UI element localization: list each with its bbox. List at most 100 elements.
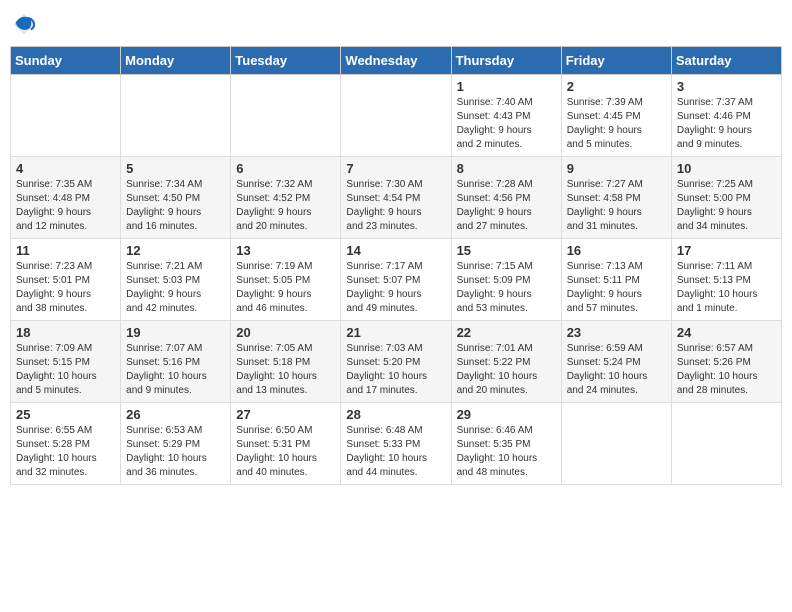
day-number: 17 bbox=[677, 243, 776, 258]
calendar-cell: 28 Sunrise: 6:48 AMSunset: 5:33 PMDayligh… bbox=[341, 403, 451, 485]
day-number: 4 bbox=[16, 161, 115, 176]
calendar-cell: 16 Sunrise: 7:13 AMSunset: 5:11 PMDayligh… bbox=[561, 239, 671, 321]
day-info: Sunrise: 6:46 AMSunset: 5:35 PMDaylight:… bbox=[457, 424, 556, 480]
day-number: 6 bbox=[236, 161, 335, 176]
logo bbox=[10, 10, 42, 38]
calendar-cell: 26Sunrise: 6:53 AMSunset: 5:29 PMDayligh… bbox=[121, 403, 231, 485]
calendar-cell: 7 Sunrise: 7:30 AMSunset: 4:54 PMDaylight… bbox=[341, 157, 451, 239]
day-info: Sunrise: 6:55 AMSunset: 5:28 PMDaylight:… bbox=[16, 424, 115, 480]
day-info: Sunrise: 7:17 AMSunset: 5:07 PMDaylight:… bbox=[346, 260, 445, 316]
day-number: 19 bbox=[126, 325, 225, 340]
calendar-cell: 4 Sunrise: 7:35 AMSunset: 4:48 PMDaylight… bbox=[11, 157, 121, 239]
calendar-cell bbox=[121, 75, 231, 157]
day-info: Sunrise: 7:03 AMSunset: 5:20 PMDaylight:… bbox=[346, 342, 445, 398]
day-info: Sunrise: 7:19 AMSunset: 5:05 PMDaylight:… bbox=[236, 260, 335, 316]
calendar-cell bbox=[341, 75, 451, 157]
calendar-cell: 5 Sunrise: 7:34 AMSunset: 4:50 PMDaylight… bbox=[121, 157, 231, 239]
day-info: Sunrise: 7:01 AMSunset: 5:22 PMDaylight:… bbox=[457, 342, 556, 398]
day-info: Sunrise: 6:57 AMSunset: 5:26 PMDaylight:… bbox=[677, 342, 776, 398]
calendar-header-row: SundayMondayTuesdayWednesdayThursdayFrid… bbox=[11, 47, 782, 75]
day-number: 22 bbox=[457, 325, 556, 340]
day-info: Sunrise: 7:30 AMSunset: 4:54 PMDaylight:… bbox=[346, 178, 445, 234]
calendar-cell: 12 Sunrise: 7:21 AMSunset: 5:03 PMDayligh… bbox=[121, 239, 231, 321]
calendar-table: SundayMondayTuesdayWednesdayThursdayFrid… bbox=[10, 46, 782, 485]
calendar-week-3: 11 Sunrise: 7:23 AMSunset: 5:01 PMDayligh… bbox=[11, 239, 782, 321]
day-number: 13 bbox=[236, 243, 335, 258]
day-number: 3 bbox=[677, 79, 776, 94]
calendar-cell bbox=[231, 75, 341, 157]
day-number: 14 bbox=[346, 243, 445, 258]
day-number: 21 bbox=[346, 325, 445, 340]
day-info: Sunrise: 6:50 AMSunset: 5:31 PMDaylight:… bbox=[236, 424, 335, 480]
calendar-cell: 22 Sunrise: 7:01 AMSunset: 5:22 PMDayligh… bbox=[451, 321, 561, 403]
calendar-cell bbox=[561, 403, 671, 485]
day-number: 9 bbox=[567, 161, 666, 176]
day-number: 25 bbox=[16, 407, 115, 422]
day-number: 8 bbox=[457, 161, 556, 176]
page-header bbox=[10, 10, 782, 38]
calendar-cell: 23Sunrise: 6:59 AMSunset: 5:24 PMDayligh… bbox=[561, 321, 671, 403]
day-info: Sunrise: 7:37 AMSunset: 4:46 PMDaylight:… bbox=[677, 96, 776, 152]
calendar-cell: 24 Sunrise: 6:57 AMSunset: 5:26 PMDayligh… bbox=[671, 321, 781, 403]
day-info: Sunrise: 7:23 AMSunset: 5:01 PMDaylight:… bbox=[16, 260, 115, 316]
day-info: Sunrise: 7:25 AMSunset: 5:00 PMDaylight:… bbox=[677, 178, 776, 234]
calendar-week-5: 25 Sunrise: 6:55 AMSunset: 5:28 PMDayligh… bbox=[11, 403, 782, 485]
calendar-cell: 9 Sunrise: 7:27 AMSunset: 4:58 PMDaylight… bbox=[561, 157, 671, 239]
day-header-wednesday: Wednesday bbox=[341, 47, 451, 75]
calendar-cell: 29 Sunrise: 6:46 AMSunset: 5:35 PMDayligh… bbox=[451, 403, 561, 485]
day-number: 24 bbox=[677, 325, 776, 340]
day-info: Sunrise: 7:35 AMSunset: 4:48 PMDaylight:… bbox=[16, 178, 115, 234]
day-number: 16 bbox=[567, 243, 666, 258]
day-info: Sunrise: 7:39 AMSunset: 4:45 PMDaylight:… bbox=[567, 96, 666, 152]
day-info: Sunrise: 6:48 AMSunset: 5:33 PMDaylight:… bbox=[346, 424, 445, 480]
calendar-cell: 17 Sunrise: 7:11 AMSunset: 5:13 PMDayligh… bbox=[671, 239, 781, 321]
day-header-sunday: Sunday bbox=[11, 47, 121, 75]
day-number: 5 bbox=[126, 161, 225, 176]
day-info: Sunrise: 7:32 AMSunset: 4:52 PMDaylight:… bbox=[236, 178, 335, 234]
calendar-week-2: 4 Sunrise: 7:35 AMSunset: 4:48 PMDaylight… bbox=[11, 157, 782, 239]
day-info: Sunrise: 6:53 AMSunset: 5:29 PMDaylight:… bbox=[126, 424, 225, 480]
calendar-week-1: 1Sunrise: 7:40 AMSunset: 4:43 PMDaylight… bbox=[11, 75, 782, 157]
calendar-cell: 15Sunrise: 7:15 AMSunset: 5:09 PMDayligh… bbox=[451, 239, 561, 321]
day-info: Sunrise: 7:09 AMSunset: 5:15 PMDaylight:… bbox=[16, 342, 115, 398]
day-info: Sunrise: 7:11 AMSunset: 5:13 PMDaylight:… bbox=[677, 260, 776, 316]
day-number: 27 bbox=[236, 407, 335, 422]
calendar-cell: 3 Sunrise: 7:37 AMSunset: 4:46 PMDaylight… bbox=[671, 75, 781, 157]
day-number: 7 bbox=[346, 161, 445, 176]
day-info: Sunrise: 7:34 AMSunset: 4:50 PMDaylight:… bbox=[126, 178, 225, 234]
calendar-cell: 11 Sunrise: 7:23 AMSunset: 5:01 PMDayligh… bbox=[11, 239, 121, 321]
day-info: Sunrise: 7:15 AMSunset: 5:09 PMDaylight:… bbox=[457, 260, 556, 316]
day-header-tuesday: Tuesday bbox=[231, 47, 341, 75]
calendar-cell: 27 Sunrise: 6:50 AMSunset: 5:31 PMDayligh… bbox=[231, 403, 341, 485]
day-header-saturday: Saturday bbox=[671, 47, 781, 75]
day-number: 18 bbox=[16, 325, 115, 340]
day-info: Sunrise: 7:07 AMSunset: 5:16 PMDaylight:… bbox=[126, 342, 225, 398]
day-info: Sunrise: 7:27 AMSunset: 4:58 PMDaylight:… bbox=[567, 178, 666, 234]
calendar-cell: 10 Sunrise: 7:25 AMSunset: 5:00 PMDayligh… bbox=[671, 157, 781, 239]
day-number: 28 bbox=[346, 407, 445, 422]
calendar-cell: 25 Sunrise: 6:55 AMSunset: 5:28 PMDayligh… bbox=[11, 403, 121, 485]
calendar-cell: 8 Sunrise: 7:28 AMSunset: 4:56 PMDaylight… bbox=[451, 157, 561, 239]
logo-icon bbox=[10, 10, 38, 38]
day-info: Sunrise: 7:21 AMSunset: 5:03 PMDaylight:… bbox=[126, 260, 225, 316]
calendar-cell: 2 Sunrise: 7:39 AMSunset: 4:45 PMDaylight… bbox=[561, 75, 671, 157]
calendar-cell: 20 Sunrise: 7:05 AMSunset: 5:18 PMDayligh… bbox=[231, 321, 341, 403]
calendar-cell: 19 Sunrise: 7:07 AMSunset: 5:16 PMDayligh… bbox=[121, 321, 231, 403]
day-header-monday: Monday bbox=[121, 47, 231, 75]
calendar-cell: 14 Sunrise: 7:17 AMSunset: 5:07 PMDayligh… bbox=[341, 239, 451, 321]
calendar-cell bbox=[11, 75, 121, 157]
day-number: 11 bbox=[16, 243, 115, 258]
day-info: Sunrise: 7:28 AMSunset: 4:56 PMDaylight:… bbox=[457, 178, 556, 234]
day-number: 12 bbox=[126, 243, 225, 258]
day-info: Sunrise: 7:13 AMSunset: 5:11 PMDaylight:… bbox=[567, 260, 666, 316]
calendar-cell: 6 Sunrise: 7:32 AMSunset: 4:52 PMDaylight… bbox=[231, 157, 341, 239]
day-info: Sunrise: 7:40 AMSunset: 4:43 PMDaylight:… bbox=[457, 96, 556, 152]
calendar-cell: 1Sunrise: 7:40 AMSunset: 4:43 PMDaylight… bbox=[451, 75, 561, 157]
day-number: 10 bbox=[677, 161, 776, 176]
day-number: 29 bbox=[457, 407, 556, 422]
day-number: 20 bbox=[236, 325, 335, 340]
day-header-thursday: Thursday bbox=[451, 47, 561, 75]
day-number: 2 bbox=[567, 79, 666, 94]
day-info: Sunrise: 7:05 AMSunset: 5:18 PMDaylight:… bbox=[236, 342, 335, 398]
calendar-cell bbox=[671, 403, 781, 485]
